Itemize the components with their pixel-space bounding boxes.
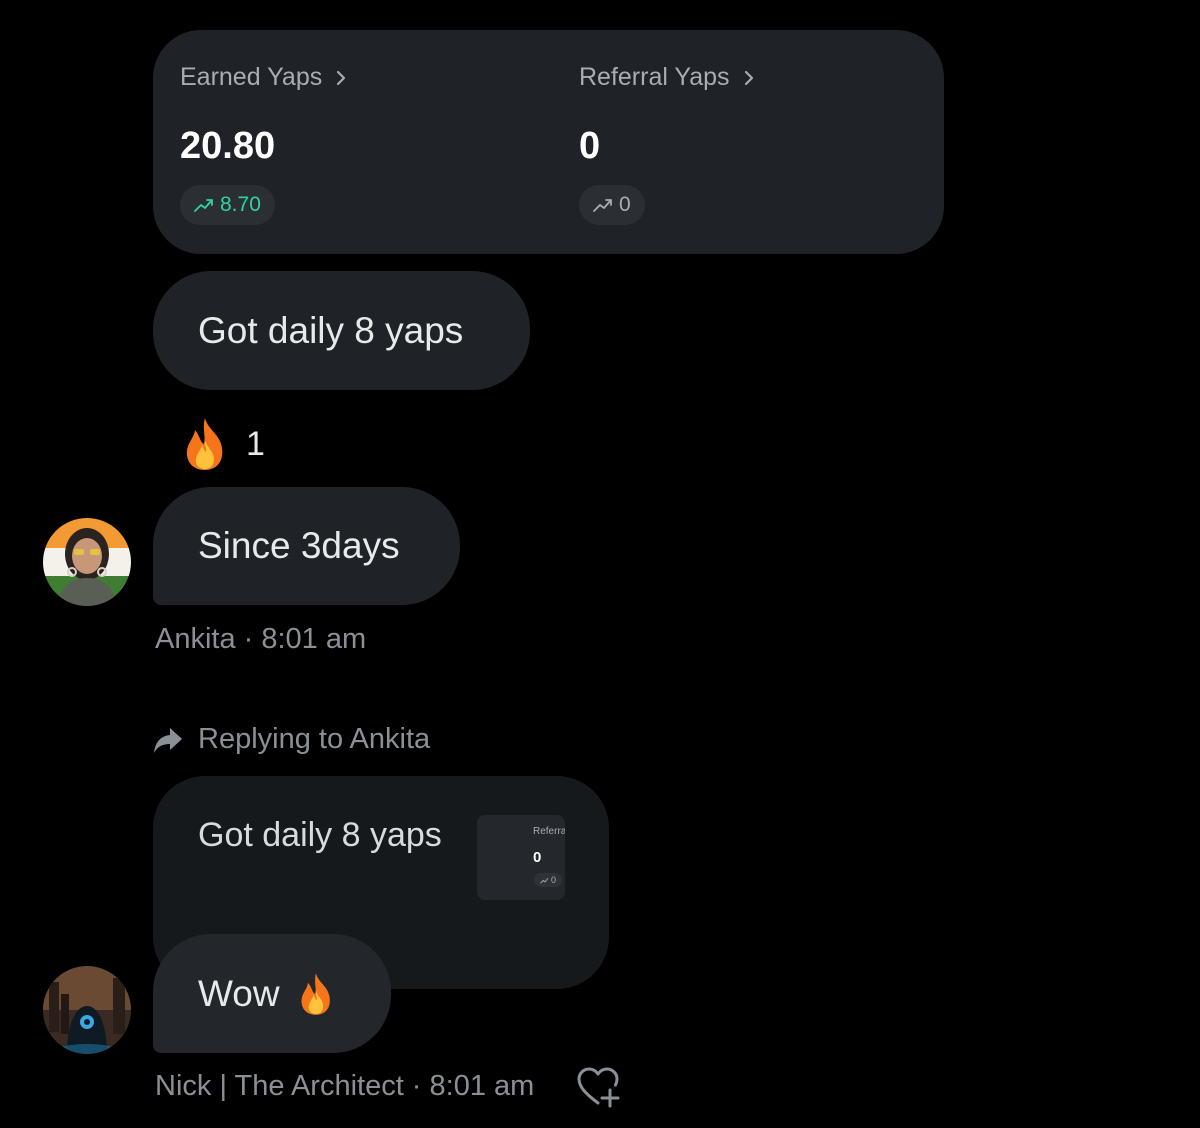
earned-yaps-change: 8.70 [220, 193, 261, 216]
thumb-title: Referral [533, 826, 565, 837]
message-bubble[interactable]: Got daily 8 yaps [153, 271, 530, 390]
reply-arrow-icon [154, 727, 182, 753]
referral-yaps-link[interactable]: Referral Yaps [579, 63, 758, 92]
message-meta: Nick | The Architect · 8:01 am [155, 1070, 535, 1102]
yaps-stats-card: Earned Yaps 20.80 8.70 Referral Yaps 0 0 [153, 30, 944, 254]
fire-icon [301, 972, 330, 1015]
referral-yaps-value: 0 [579, 125, 601, 167]
referral-yaps-title: Referral Yaps [579, 63, 730, 91]
replying-to-label[interactable]: Replying to Ankita [152, 723, 430, 756]
fire-icon [186, 418, 223, 470]
earned-yaps-change-badge: 8.70 [180, 185, 275, 225]
earned-yaps-value: 20.80 [180, 125, 276, 167]
heart-add-icon [577, 1067, 620, 1108]
quoted-text: Got daily 8 yaps [198, 816, 442, 854]
earned-yaps-title: Earned Yaps [180, 63, 323, 91]
reaction-count: 1 [246, 424, 265, 463]
ankita-avatar-image [43, 518, 131, 606]
trend-up-icon [540, 877, 549, 884]
thumb-value: 0 [533, 849, 542, 866]
reaction-badge[interactable]: 1 [180, 416, 265, 472]
message-text: Wow [198, 972, 280, 1014]
trend-up-icon [194, 199, 213, 212]
message-bubble[interactable]: Wow [153, 934, 391, 1053]
avatar[interactable] [43, 966, 131, 1054]
chevron-right-icon [337, 70, 346, 85]
replying-to-text: Replying to Ankita [198, 723, 431, 755]
add-reaction-button[interactable] [576, 1066, 622, 1108]
avatar[interactable] [43, 518, 131, 606]
earned-yaps-link[interactable]: Earned Yaps [180, 63, 350, 92]
quoted-image-thumbnail[interactable]: Referral 0 0 [477, 815, 565, 900]
thumb-change: 0 [550, 875, 556, 885]
message-bubble[interactable]: Since 3days [153, 487, 460, 605]
message-text: Got daily 8 yaps [198, 309, 464, 351]
message-text: Since 3days [198, 525, 400, 566]
thumb-change-badge: 0 [534, 873, 562, 887]
chevron-right-icon [744, 70, 753, 85]
referral-yaps-change: 0 [619, 193, 631, 216]
referral-yaps-change-badge: 0 [579, 185, 645, 225]
message-meta: Ankita · 8:01 am [155, 623, 367, 655]
nick-avatar-image [43, 966, 131, 1054]
trend-up-icon [593, 199, 612, 212]
